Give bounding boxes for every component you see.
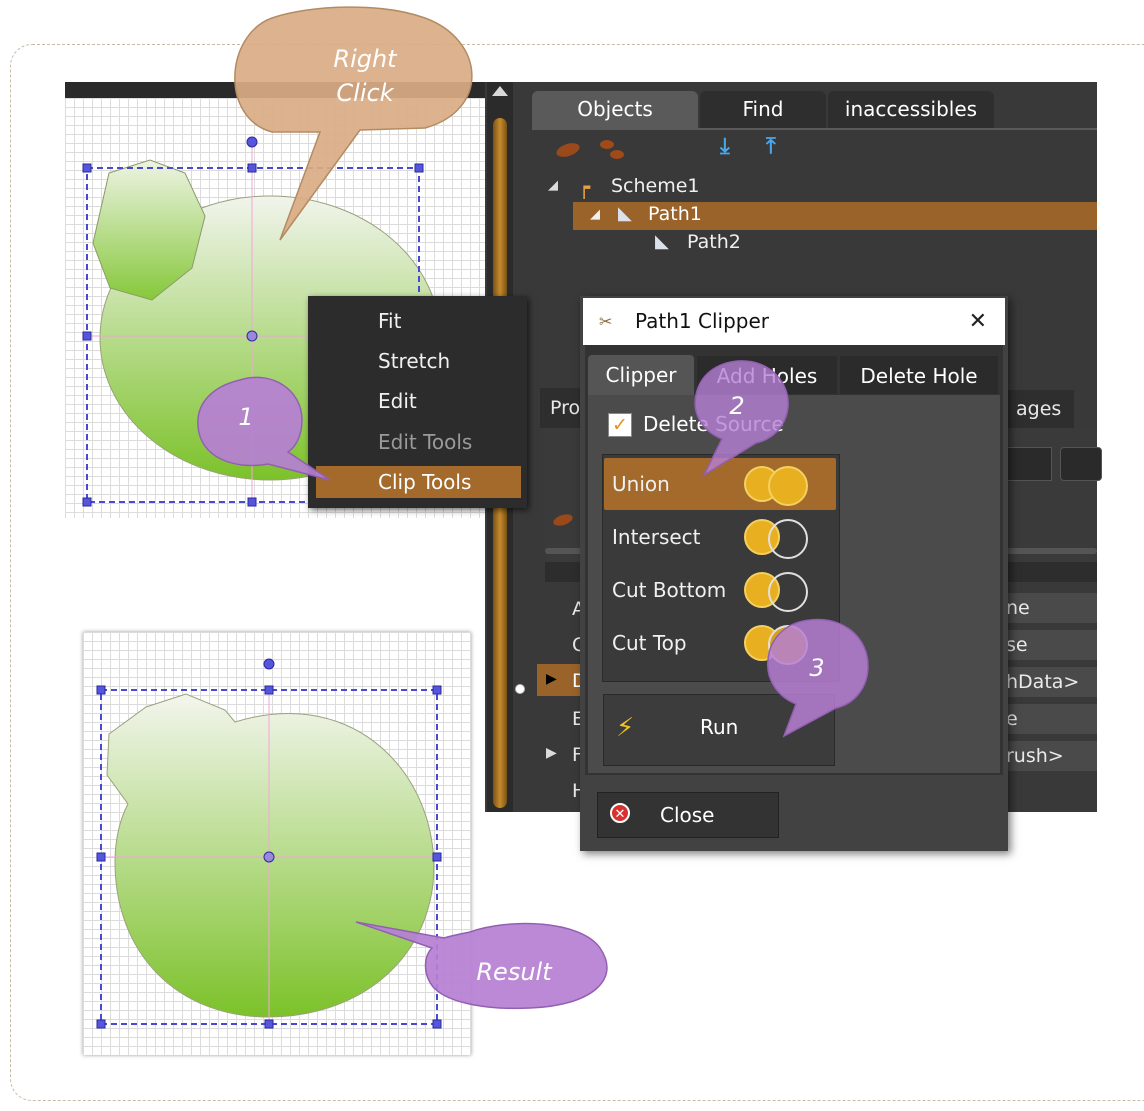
tab-find[interactable]: Find [700,91,826,128]
tab-inaccessibles[interactable]: inaccessibles [828,91,994,128]
menu-item-fit[interactable]: Fit [308,305,527,337]
operation-label: Union [612,472,670,496]
tree-expand-icon[interactable]: ◢ [548,178,558,193]
menu-item-stretch[interactable]: Stretch [308,345,527,377]
property-field[interactable] [1060,447,1102,481]
context-menu: Fit Stretch Edit Edit Tools Clip Tools [308,296,527,508]
tab-underline [532,128,1097,130]
callout-step-3: 3 [809,654,825,682]
clipper-icon: ✂ [599,312,613,331]
close-label: Close [660,803,715,827]
lightning-icon: ⚡ [616,713,635,743]
delete-source-checkbox[interactable]: ✓ [608,413,632,437]
tab-images[interactable]: ages [1000,390,1074,428]
callout-2-shape [694,360,789,478]
callout-right-click-shape [234,6,473,241]
tab-clipper[interactable]: Clipper [588,355,694,395]
run-label: Run [700,715,739,739]
tree-expand-icon[interactable]: ◢ [590,207,600,222]
dialog-title-bar[interactable]: ✂ Path1 Clipper ✕ [583,298,1005,345]
expand-arrow-icon[interactable]: ▶ [546,671,557,687]
move-to-top-icon[interactable]: ⤒ [766,134,776,160]
callout-result: Result [476,958,552,986]
close-button[interactable]: ✕ Close [597,792,779,838]
callout-step-1: 1 [238,403,254,431]
operation-label: Cut Bottom [612,578,727,602]
tree-item-scheme1[interactable]: Scheme1 [611,175,700,197]
operation-label: Intersect [612,525,701,549]
callout-right-click: Right Click [333,45,397,107]
intersect-icon [744,519,808,559]
path-icon: ◣ [655,231,669,252]
menu-item-clip-tools[interactable]: Clip Tools [316,466,521,498]
tab-objects[interactable]: Objects [532,91,698,128]
row-indicator-dot [515,684,525,694]
tree-item-path1[interactable]: Path1 [648,203,702,225]
scheme-icon: ┍ [578,175,591,199]
tab-delete-hole[interactable]: Delete Hole [840,356,998,394]
dialog-title: Path1 Clipper [635,309,770,333]
path-icon: ◣ [618,203,632,224]
menu-item-edit[interactable]: Edit [308,385,527,417]
close-icon[interactable]: ✕ [969,298,987,345]
move-down-icon[interactable]: ⤓ [720,134,730,160]
beans-icon[interactable] [600,138,626,162]
menu-item-edit-tools[interactable]: Edit Tools [308,426,527,458]
close-circle-icon: ✕ [610,803,630,823]
tree-item-path2[interactable]: Path2 [687,231,741,253]
operation-label: Cut Top [612,631,687,655]
expand-arrow-icon[interactable]: ▶ [546,745,557,761]
callout-step-2: 2 [729,392,745,420]
cut-bottom-icon [744,572,808,612]
